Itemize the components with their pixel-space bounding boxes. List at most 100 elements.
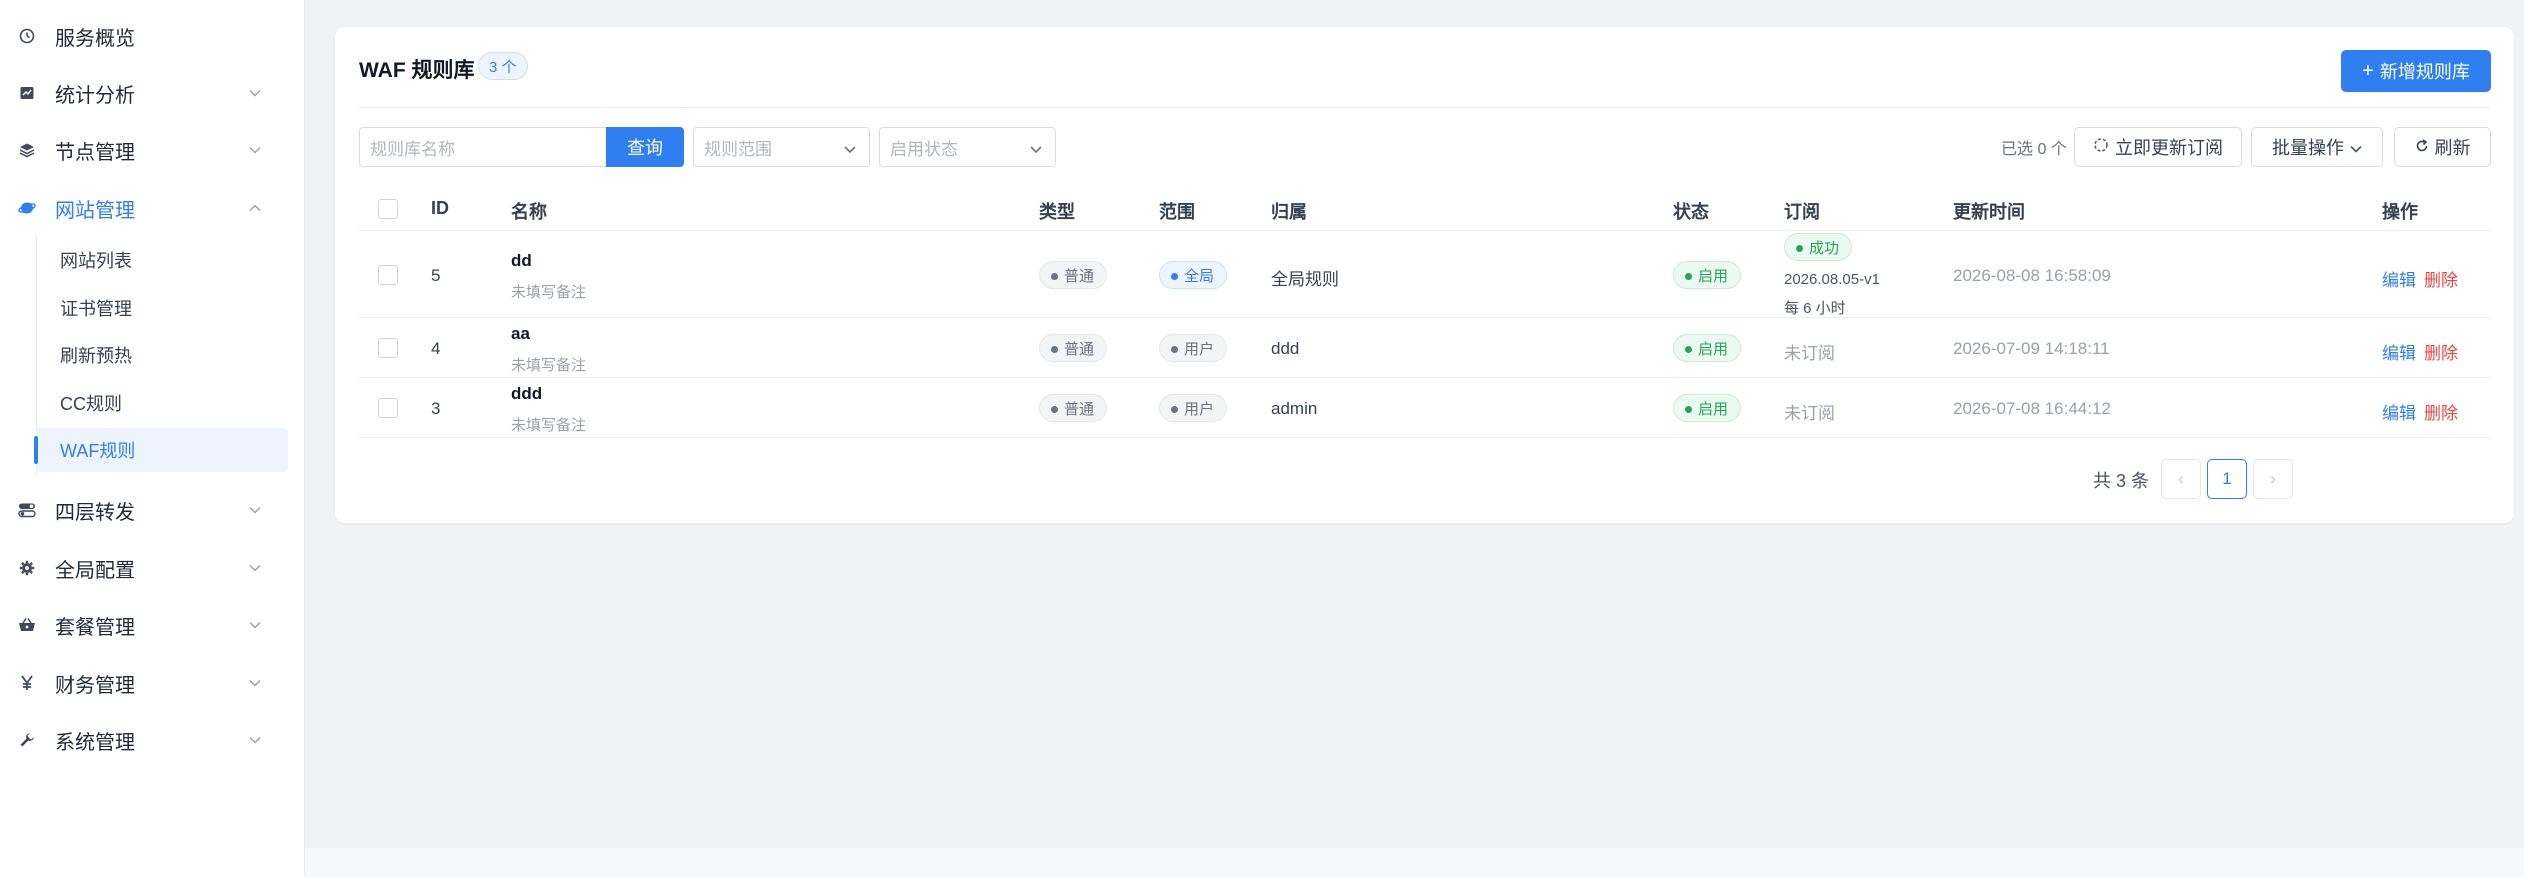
edit-link[interactable]: 编辑 xyxy=(2382,339,2416,364)
delete-link[interactable]: 删除 xyxy=(2424,266,2458,291)
add-rule-library-button[interactable]: + 新增规则库 xyxy=(2341,50,2491,92)
column-header-owner[interactable]: 归属 xyxy=(1271,198,1307,224)
select-all-checkbox[interactable] xyxy=(378,199,398,219)
globe-icon xyxy=(16,197,38,219)
pagination-page-1[interactable]: 1 xyxy=(2207,459,2247,499)
submenu-item-cc-rules[interactable]: CC规则 xyxy=(36,381,288,425)
status-badge: 启用 xyxy=(1673,394,1742,422)
row-name: ddd xyxy=(511,384,543,403)
column-header-subscription[interactable]: 订阅 xyxy=(1784,198,1820,224)
chevron-up-icon xyxy=(248,201,262,215)
sidebar-item-l4-forward[interactable]: 四层转发 xyxy=(0,485,305,535)
row-divider xyxy=(359,437,2490,438)
row-checkbox[interactable] xyxy=(378,265,398,285)
table-header-divider xyxy=(359,230,2490,231)
rule-library-name-placeholder: 规则库名称 xyxy=(370,139,455,159)
row-divider xyxy=(359,317,2490,318)
sidebar-item-packages[interactable]: 套餐管理 xyxy=(0,600,305,650)
subscription-text: 未订阅 xyxy=(1784,344,1835,363)
wrench-icon xyxy=(16,729,38,751)
chevron-right-icon: › xyxy=(2270,469,2276,488)
batch-operations-label: 批量操作 xyxy=(2272,138,2344,158)
row-name: dd xyxy=(511,251,532,270)
row-updated-time: 2026-07-08 16:44:12 xyxy=(1953,399,2111,418)
row-checkbox[interactable] xyxy=(378,338,398,358)
sidebar-item-websites[interactable]: 网站管理 xyxy=(0,183,305,233)
column-header-status[interactable]: 状态 xyxy=(1673,198,1709,224)
refresh-icon xyxy=(2415,137,2429,158)
type-tag: 普通 xyxy=(1039,394,1108,422)
sidebar-item-stats[interactable]: 统计分析 xyxy=(0,68,305,118)
sidebar-item-label: 节点管理 xyxy=(55,141,135,164)
query-button[interactable]: 查询 xyxy=(606,127,684,167)
update-subscription-button[interactable]: 立即更新订阅 xyxy=(2074,127,2242,167)
submenu-item-certs[interactable]: 证书管理 xyxy=(36,286,288,330)
subscription-version: 2026.08.05-v1 xyxy=(1784,271,1880,288)
edit-link[interactable]: 编辑 xyxy=(2382,399,2416,424)
delete-link[interactable]: 删除 xyxy=(2424,339,2458,364)
chevron-left-icon: ‹ xyxy=(2178,469,2184,488)
submenu-item-label: CC规则 xyxy=(60,394,122,414)
subscription-status-badge: 成功 xyxy=(1784,233,1853,261)
batch-operations-button[interactable]: 批量操作 xyxy=(2251,127,2383,167)
pagination-next-button[interactable]: › xyxy=(2253,459,2293,499)
sidebar-item-nodes[interactable]: 节点管理 xyxy=(0,125,305,175)
pagination-prev-button[interactable]: ‹ xyxy=(2161,459,2201,499)
sidebar-item-label: 统计分析 xyxy=(55,84,135,107)
sync-icon xyxy=(2093,137,2109,158)
chevron-down-icon xyxy=(843,141,857,155)
dashboard-icon xyxy=(16,25,38,47)
row-owner: admin xyxy=(1271,399,1318,418)
sidebar-item-overview[interactable]: 服务概览 xyxy=(0,11,305,61)
sidebar-item-label: 系统管理 xyxy=(55,731,135,754)
submenu-item-waf-rules[interactable]: WAF规则 xyxy=(34,428,288,472)
scope-tag: 用户 xyxy=(1159,334,1228,362)
submenu-item-label: 网站列表 xyxy=(60,251,132,271)
rule-library-name-input[interactable]: 规则库名称 xyxy=(359,127,609,167)
update-subscription-label: 立即更新订阅 xyxy=(2115,138,2223,158)
row-owner: 全局规则 xyxy=(1271,270,1339,289)
plus-icon: + xyxy=(2362,59,2374,82)
chevron-down-icon xyxy=(248,503,262,517)
row-updated-time: 2026-07-09 14:18:11 xyxy=(1953,339,2110,358)
row-divider xyxy=(359,377,2490,378)
column-header-id[interactable]: ID xyxy=(431,198,449,219)
chart-icon xyxy=(16,82,38,104)
delete-link[interactable]: 删除 xyxy=(2424,399,2458,424)
row-checkbox[interactable] xyxy=(378,398,398,418)
column-header-scope[interactable]: 范围 xyxy=(1159,198,1195,224)
sidebar-item-label: 服务概览 xyxy=(55,27,135,50)
chevron-down-icon xyxy=(248,618,262,632)
column-header-type[interactable]: 类型 xyxy=(1039,198,1075,224)
selected-count: 已选 0 个 xyxy=(2001,141,2067,158)
submenu-item-purge[interactable]: 刷新预热 xyxy=(36,333,288,377)
rule-scope-placeholder: 规则范围 xyxy=(704,139,772,159)
sidebar-item-label: 套餐管理 xyxy=(55,616,135,639)
yen-icon xyxy=(16,672,38,694)
status-badge: 启用 xyxy=(1673,261,1742,289)
row-remark: 未填写备注 xyxy=(511,284,587,301)
page-number: 1 xyxy=(2222,469,2232,488)
rule-scope-select[interactable]: 规则范围 xyxy=(693,127,870,167)
row-id: 3 xyxy=(431,399,441,418)
waf-rule-library-card: WAF 规则库 3 个 + 新增规则库 规则库名称 查询 规则范围 启用状态 已… xyxy=(335,27,2514,523)
row-name: aa xyxy=(511,324,530,343)
column-header-name[interactable]: 名称 xyxy=(511,198,547,224)
query-button-label: 查询 xyxy=(627,138,663,158)
type-tag: 普通 xyxy=(1039,261,1108,289)
basket-icon xyxy=(16,614,38,636)
edit-link[interactable]: 编辑 xyxy=(2382,266,2416,291)
type-tag: 普通 xyxy=(1039,334,1108,362)
sidebar-item-system[interactable]: 系统管理 xyxy=(0,715,305,765)
chevron-down-icon xyxy=(248,561,262,575)
enable-status-select[interactable]: 启用状态 xyxy=(879,127,1056,167)
submenu-item-label: WAF规则 xyxy=(60,441,136,461)
sidebar-item-global-config[interactable]: 全局配置 xyxy=(0,543,305,593)
refresh-button[interactable]: 刷新 xyxy=(2394,127,2491,167)
sidebar-item-finance[interactable]: 财务管理 xyxy=(0,658,305,708)
scope-tag: 全局 xyxy=(1159,261,1228,289)
row-updated-time: 2026-08-08 16:58:09 xyxy=(1953,266,2111,285)
toggle-icon xyxy=(16,499,38,521)
submenu-item-site-list[interactable]: 网站列表 xyxy=(36,238,288,282)
column-header-updated[interactable]: 更新时间 xyxy=(1953,198,2025,224)
